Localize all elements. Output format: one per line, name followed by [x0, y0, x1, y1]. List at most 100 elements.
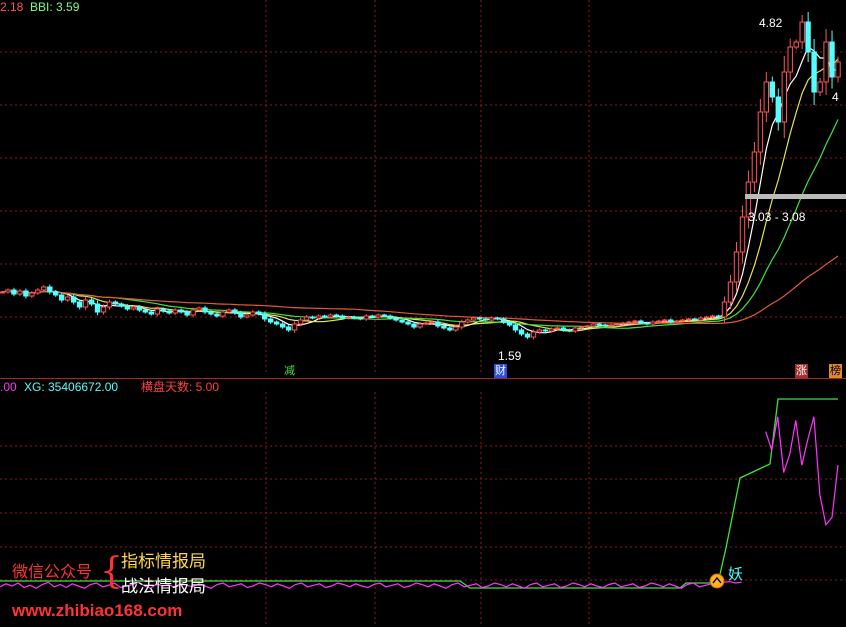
- marker-zhang: 涨: [795, 364, 808, 378]
- candle-body-46: [274, 321, 280, 325]
- candle-body-21: [124, 305, 131, 310]
- candle-body-115: [686, 318, 692, 321]
- candle-body-137: [817, 81, 823, 93]
- candle-body-43: [256, 311, 262, 315]
- candle-body-127: [757, 111, 764, 153]
- watermark-url: www.zhibiao168.com: [12, 601, 183, 620]
- candle-body-49: [291, 323, 298, 331]
- candle-body-90: [536, 329, 543, 333]
- candle-body-69: [411, 323, 417, 328]
- watermark-wechat: 微信公众号: [12, 564, 93, 581]
- candle-body-105: [626, 321, 632, 324]
- candle-body-13: [76, 301, 83, 308]
- candle-body-75: [447, 327, 453, 331]
- candle-body-103: [614, 323, 620, 326]
- candle-body-20: [118, 303, 125, 307]
- candle-body-31: [184, 311, 190, 316]
- candle-body-68: [405, 321, 411, 325]
- candle-body-16: [94, 303, 101, 313]
- candle-body-74: [441, 325, 447, 329]
- candle-body-18: [106, 301, 113, 308]
- candle-body-82: [489, 317, 495, 321]
- candle-body-98: [584, 325, 590, 328]
- grid-lines: [0, 0, 846, 627]
- candle-body-23: [136, 306, 143, 311]
- candle-body-22: [130, 306, 137, 310]
- candle-body-102: [608, 324, 614, 327]
- candle-body-25: [148, 311, 155, 315]
- candle-body-11: [65, 296, 71, 301]
- candle-body-120: [715, 315, 722, 318]
- candle-body-88: [524, 333, 531, 338]
- candle-body-78: [465, 319, 471, 323]
- ma10-line: [1, 58, 839, 332]
- candle-body-121: [721, 301, 728, 318]
- candle-body-52: [309, 316, 316, 319]
- candle-body-123: [733, 251, 740, 283]
- candle-body-0: [0, 291, 5, 294]
- candle-body-126: [751, 151, 758, 183]
- indicator-magenta-line-1: [765, 416, 839, 527]
- candle-body-10: [59, 294, 65, 301]
- candle-body-111: [662, 319, 668, 322]
- candle-body-71: [423, 322, 429, 325]
- candle-body-94: [560, 327, 566, 331]
- candle-body-26: [154, 308, 161, 315]
- candle-body-5: [29, 292, 35, 297]
- candle-body-14: [82, 299, 89, 308]
- candle-body-131: [781, 71, 787, 123]
- candle-body-56: [333, 314, 340, 317]
- candle-body-104: [620, 322, 626, 325]
- yao-marker-icon: [709, 573, 725, 589]
- low-price-label: 1.59: [498, 349, 522, 363]
- candle-body-80: [477, 317, 483, 320]
- candle-body-77: [459, 321, 465, 328]
- candle-body-85: [506, 321, 513, 326]
- candle-body-47: [280, 323, 286, 328]
- candle-body-83: [494, 317, 501, 320]
- candle-body-44: [262, 313, 268, 320]
- top-header-prefix: 2.18: [0, 0, 24, 14]
- high-price-label: 4.82: [759, 16, 783, 30]
- candle-body-113: [674, 320, 680, 323]
- candle-body-76: [453, 326, 459, 331]
- candle-body-65: [387, 315, 393, 319]
- xg-label: XG: 35406672.00: [24, 380, 119, 394]
- candle-body-64: [381, 314, 387, 317]
- candle-body-28: [166, 310, 172, 314]
- candle-body-101: [602, 324, 608, 327]
- candle-body-12: [71, 296, 77, 303]
- candle-body-86: [512, 324, 519, 331]
- candle-body-138: [823, 41, 829, 83]
- candle-body-110: [656, 320, 662, 323]
- candle-body-97: [578, 326, 584, 329]
- stock-chart: [0, 0, 846, 627]
- candle-body-40: [238, 312, 244, 318]
- candle-body-93: [554, 327, 560, 330]
- candle-body-124: [739, 216, 746, 253]
- candle-body-35: [208, 311, 214, 315]
- candle-body-122: [727, 281, 734, 303]
- candle-body-30: [178, 309, 184, 313]
- candle-body-8: [47, 286, 53, 293]
- candle-body-134: [799, 21, 805, 43]
- bbi-label: BBI: 3.59: [30, 0, 80, 14]
- candle-body-119: [709, 315, 716, 318]
- candle-body-51: [303, 316, 310, 321]
- candle-body-109: [650, 321, 656, 325]
- candle-body-100: [596, 323, 602, 326]
- candle-body-55: [327, 314, 334, 318]
- candle-body-89: [530, 331, 537, 338]
- candle-body-19: [112, 301, 119, 305]
- candle-body-116: [692, 318, 698, 321]
- candle-body-135: [805, 21, 811, 53]
- bottom-header-prefix: .00: [0, 380, 17, 394]
- candle-body-2: [11, 289, 17, 295]
- candle-body-7: [41, 286, 47, 291]
- candle-body-133: [793, 41, 799, 48]
- ma20-line: [1, 119, 839, 329]
- candle-body-114: [680, 319, 686, 322]
- candle-body-41: [244, 314, 250, 318]
- candle-body-67: [399, 319, 405, 323]
- candle-body-63: [375, 314, 381, 318]
